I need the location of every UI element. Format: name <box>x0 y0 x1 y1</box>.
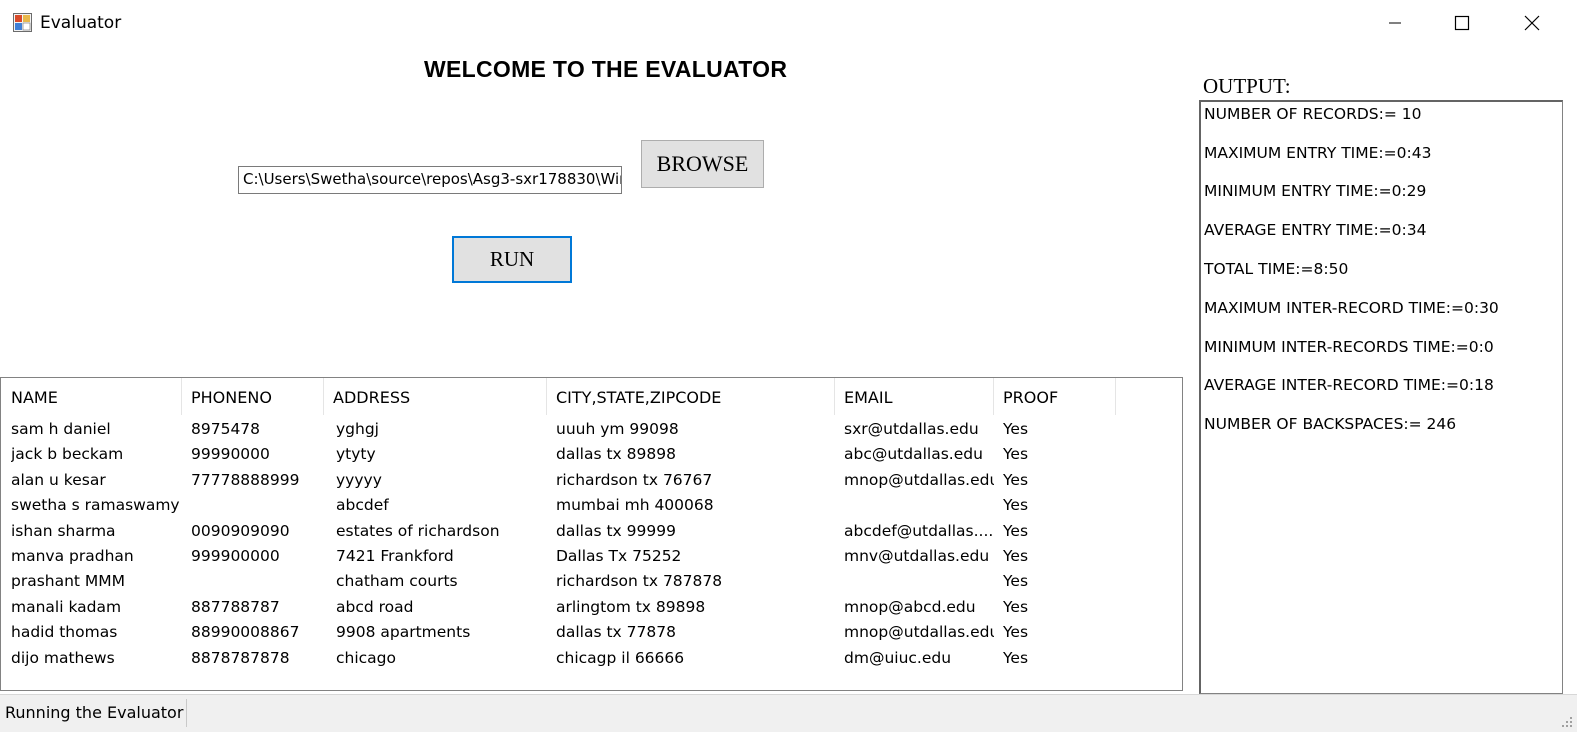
output-line: MAXIMUM ENTRY TIME:=0:43 <box>1204 144 1432 162</box>
browse-button[interactable]: BROWSE <box>641 140 764 188</box>
cell-name[interactable]: prashant MMM <box>11 572 181 590</box>
output-label: OUTPUT: <box>1203 74 1291 98</box>
cell-name[interactable]: dijo mathews <box>11 649 181 667</box>
cell-proof[interactable]: Yes <box>1003 445 1113 463</box>
cell-city-state-zip[interactable]: dallas tx 99999 <box>556 522 836 540</box>
cell-email[interactable]: mnop@utdallas.edu <box>844 471 994 489</box>
cell-address[interactable]: chicago <box>336 649 541 667</box>
cell-email[interactable]: abc@utdallas.edu <box>844 445 994 463</box>
app-icon <box>13 13 32 32</box>
output-line: MINIMUM INTER-RECORDS TIME:=0:0 <box>1204 338 1494 356</box>
status-text: Running the Evaluator <box>5 703 184 722</box>
cell-name[interactable]: manali kadam <box>11 598 181 616</box>
cell-city-state-zip[interactable]: dallas tx 89898 <box>556 445 836 463</box>
output-line: TOTAL TIME:=8:50 <box>1204 260 1349 278</box>
output-line: NUMBER OF BACKSPACES:= 246 <box>1204 415 1457 433</box>
cell-address[interactable]: yyyyy <box>336 471 541 489</box>
status-bar: Running the Evaluator <box>0 694 1577 732</box>
cell-name[interactable]: hadid thomas <box>11 623 181 641</box>
cell-name[interactable]: alan u kesar <box>11 471 181 489</box>
column-divider <box>1115 378 1116 415</box>
status-divider <box>186 699 187 727</box>
cell-email[interactable]: mnop@abcd.edu <box>844 598 994 616</box>
cell-address[interactable]: abcd road <box>336 598 541 616</box>
minimize-icon <box>1389 22 1401 24</box>
output-line: NUMBER OF RECORDS:= 10 <box>1204 105 1422 123</box>
cell-proof[interactable]: Yes <box>1003 598 1113 616</box>
close-icon <box>1524 15 1540 31</box>
column-header-proof[interactable]: PROOF <box>1003 388 1058 407</box>
title-bar: Evaluator <box>0 0 1577 46</box>
cell-proof[interactable]: Yes <box>1003 649 1113 667</box>
cell-name[interactable]: swetha s ramaswamy <box>11 496 181 514</box>
cell-email[interactable]: mnop@utdallas.edu <box>844 623 994 641</box>
run-button[interactable]: RUN <box>452 236 572 283</box>
column-header-city-state-zip[interactable]: CITY,STATE,ZIPCODE <box>556 388 721 407</box>
cell-email[interactable]: sxr@utdallas.edu <box>844 420 994 438</box>
maximize-button[interactable] <box>1427 0 1497 46</box>
minimize-button[interactable] <box>1360 0 1430 46</box>
welcome-heading: WELCOME TO THE EVALUATOR <box>424 56 788 82</box>
resize-grip-icon[interactable] <box>1559 714 1573 728</box>
cell-name[interactable]: manva pradhan <box>11 547 181 565</box>
cell-city-state-zip[interactable]: richardson tx 787878 <box>556 572 836 590</box>
output-textbox[interactable]: NUMBER OF RECORDS:= 10 MAXIMUM ENTRY TIM… <box>1199 100 1563 694</box>
file-path-input[interactable]: C:\Users\Swetha\source\repos\Asg3-sxr178… <box>238 166 622 194</box>
form-area: WELCOME TO THE EVALUATOR C:\Users\Swetha… <box>0 46 1577 694</box>
cell-proof[interactable]: Yes <box>1003 623 1113 641</box>
cell-phone[interactable]: 8878787878 <box>191 649 331 667</box>
cell-name[interactable]: ishan sharma <box>11 522 181 540</box>
cell-city-state-zip[interactable]: arlingtom tx 89898 <box>556 598 836 616</box>
cell-address[interactable]: abcdef <box>336 496 541 514</box>
cell-address[interactable]: chatham courts <box>336 572 541 590</box>
column-header-address[interactable]: ADDRESS <box>333 388 410 407</box>
cell-city-state-zip[interactable]: chicagp il 66666 <box>556 649 836 667</box>
cell-name[interactable]: jack b beckam <box>11 445 181 463</box>
column-divider <box>323 378 324 415</box>
cell-phone[interactable]: 0090909090 <box>191 522 331 540</box>
cell-proof[interactable]: Yes <box>1003 471 1113 489</box>
cell-address[interactable]: ytyty <box>336 445 541 463</box>
cell-proof[interactable]: Yes <box>1003 496 1113 514</box>
cell-phone[interactable]: 77778888999 <box>191 471 331 489</box>
records-grid[interactable]: NAME PHONENO ADDRESS CITY,STATE,ZIPCODE … <box>0 377 1183 691</box>
close-button[interactable] <box>1497 0 1567 46</box>
cell-city-state-zip[interactable]: mumbai mh 400068 <box>556 496 836 514</box>
cell-phone[interactable]: 88990008867 <box>191 623 331 641</box>
cell-city-state-zip[interactable]: uuuh ym 99098 <box>556 420 836 438</box>
output-line: MINIMUM ENTRY TIME:=0:29 <box>1204 182 1427 200</box>
column-divider <box>834 378 835 415</box>
cell-address[interactable]: 7421 Frankford <box>336 547 541 565</box>
cell-address[interactable]: estates of richardson <box>336 522 541 540</box>
cell-email[interactable]: mnv@utdallas.edu <box>844 547 994 565</box>
cell-city-state-zip[interactable]: dallas tx 77878 <box>556 623 836 641</box>
cell-email[interactable]: abcdef@utdallas.... <box>844 522 994 540</box>
column-divider <box>181 378 182 415</box>
cell-phone[interactable]: 99990000 <box>191 445 331 463</box>
window-title: Evaluator <box>40 13 122 33</box>
maximize-icon <box>1454 15 1470 31</box>
cell-proof[interactable]: Yes <box>1003 572 1113 590</box>
cell-phone[interactable]: 999900000 <box>191 547 331 565</box>
output-line: AVERAGE INTER-RECORD TIME:=0:18 <box>1204 376 1494 394</box>
column-header-phone[interactable]: PHONENO <box>191 388 272 407</box>
cell-proof[interactable]: Yes <box>1003 420 1113 438</box>
column-header-name[interactable]: NAME <box>11 388 58 407</box>
cell-city-state-zip[interactable]: richardson tx 76767 <box>556 471 836 489</box>
cell-address[interactable]: yghgj <box>336 420 541 438</box>
cell-phone[interactable]: 8975478 <box>191 420 331 438</box>
column-divider <box>993 378 994 415</box>
column-divider <box>546 378 547 415</box>
cell-phone[interactable]: 887788787 <box>191 598 331 616</box>
column-header-email[interactable]: EMAIL <box>844 388 893 407</box>
cell-proof[interactable]: Yes <box>1003 547 1113 565</box>
cell-proof[interactable]: Yes <box>1003 522 1113 540</box>
output-line: MAXIMUM INTER-RECORD TIME:=0:30 <box>1204 299 1499 317</box>
cell-name[interactable]: sam h daniel <box>11 420 181 438</box>
cell-email[interactable]: dm@uiuc.edu <box>844 649 994 667</box>
cell-city-state-zip[interactable]: Dallas Tx 75252 <box>556 547 836 565</box>
cell-address[interactable]: 9908 apartments <box>336 623 541 641</box>
output-line: AVERAGE ENTRY TIME:=0:34 <box>1204 221 1427 239</box>
